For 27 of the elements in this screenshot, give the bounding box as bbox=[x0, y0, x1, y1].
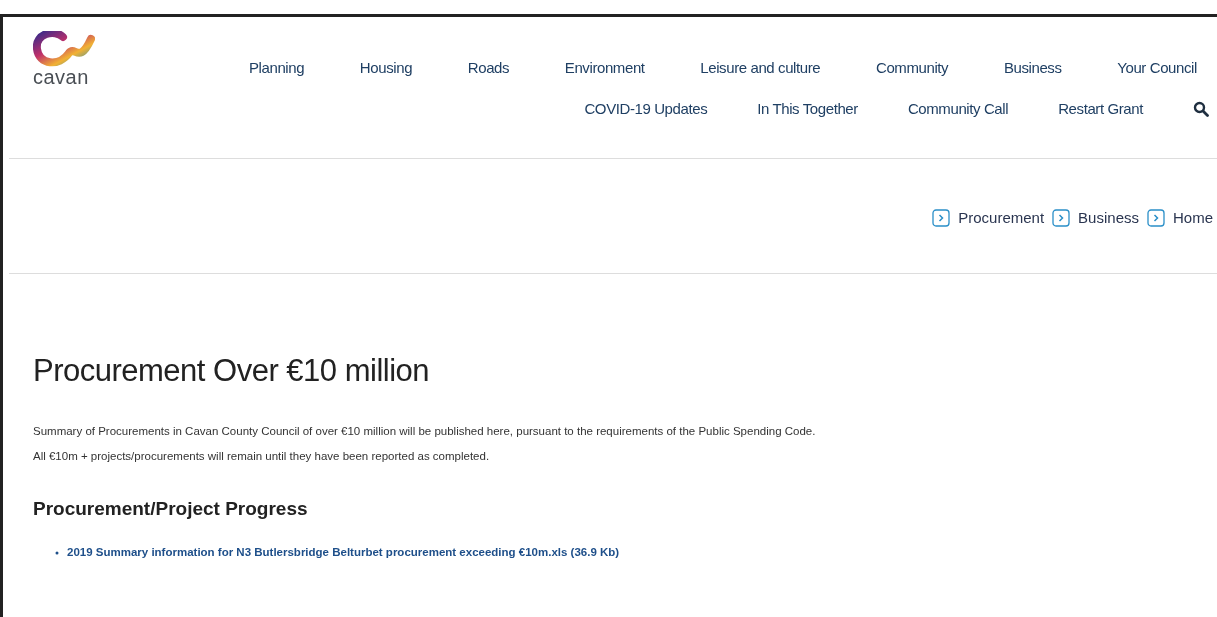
nav-link[interactable]: Roads bbox=[467, 57, 510, 80]
logo-text: cavan bbox=[33, 67, 90, 87]
breadcrumb-link[interactable]: Business bbox=[1078, 207, 1139, 230]
logo-icon bbox=[33, 31, 95, 67]
nav-link[interactable]: Community bbox=[875, 57, 949, 80]
bullet-icon bbox=[55, 551, 59, 556]
file-link[interactable]: 2019 Summary information for N3 Butlersbridge Belturbet procurement exceeding €10m.xls (36.9 Kb) bbox=[67, 544, 620, 562]
nav-link[interactable]: Restart Grant bbox=[1058, 97, 1143, 120]
search-icon[interactable] bbox=[1193, 100, 1209, 117]
nav-link[interactable]: Business bbox=[1003, 57, 1062, 80]
nav-link[interactable]: COVID-19 Updates bbox=[584, 97, 708, 120]
body-text: All €10m + projects/procurements will remain until they have been reported as completed. bbox=[33, 449, 491, 465]
body-text: Summary of Procurements in Cavan County Council of over €10 million will be published here, pursuant to the requirements of the Public Spending Code. bbox=[33, 424, 817, 440]
chevron-icon bbox=[1052, 209, 1071, 228]
nav-link[interactable]: Planning bbox=[249, 57, 305, 80]
nav-link[interactable]: Environment bbox=[564, 57, 645, 80]
nav-link[interactable]: Community Call bbox=[907, 97, 1009, 120]
section-heading: Procurement/Project Progress bbox=[33, 496, 309, 521]
nav-link[interactable]: In This Together bbox=[757, 97, 858, 120]
chevron-icon bbox=[1147, 209, 1165, 228]
nav-link[interactable]: Leisure and culture bbox=[700, 57, 821, 80]
breadcrumb-link[interactable]: Home bbox=[1173, 207, 1213, 230]
nav-link[interactable]: Housing bbox=[359, 57, 413, 80]
chevron-icon bbox=[932, 209, 951, 228]
breadcrumb-link[interactable]: Procurement bbox=[958, 207, 1045, 230]
page-title: Procurement Over €10 million bbox=[33, 352, 431, 390]
nav-link[interactable]: Your Council bbox=[1117, 57, 1197, 80]
